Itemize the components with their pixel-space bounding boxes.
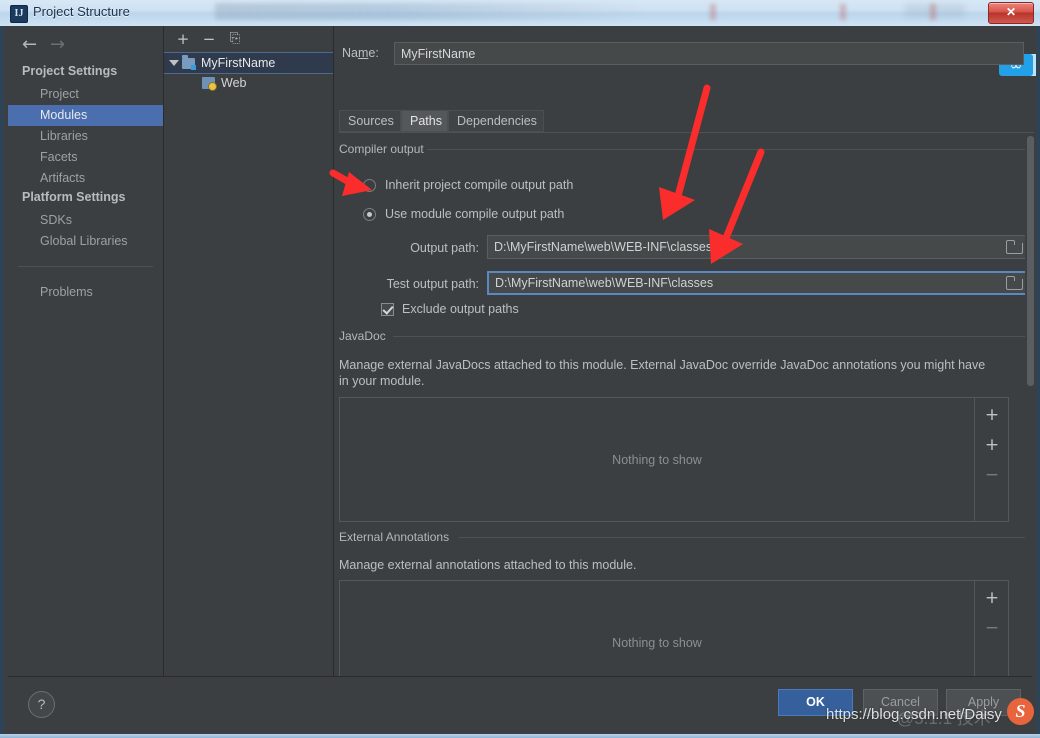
title-bar-blur-artifact: [930, 4, 936, 20]
external-annotations-description: Manage external annotations attached to …: [339, 558, 637, 572]
remove-module-button[interactable]: −: [200, 30, 218, 48]
copy-module-button[interactable]: ⎘: [226, 30, 244, 48]
test-output-path-input[interactable]: [487, 271, 1029, 295]
tree-node-web[interactable]: Web: [164, 73, 333, 93]
chevron-down-icon[interactable]: [169, 60, 179, 70]
sidebar-item-problems[interactable]: Problems: [8, 282, 163, 303]
title-bar: IJ Project Structure ✕: [0, 0, 1040, 27]
close-window-button[interactable]: ✕: [988, 2, 1034, 24]
output-path-input[interactable]: [487, 235, 1029, 259]
web-facet-icon: [202, 77, 217, 91]
sidebar-item-project[interactable]: Project: [8, 84, 163, 105]
add-module-button[interactable]: +: [174, 30, 192, 48]
javadoc-remove-button[interactable]: −: [983, 466, 1001, 484]
back-arrow-icon[interactable]: ←: [22, 36, 37, 54]
module-tree-toolbar: + − ⎘: [164, 26, 333, 52]
javadoc-listbox[interactable]: Nothing to show + + −: [339, 397, 1009, 522]
exclude-output-paths-label: Exclude output paths: [402, 302, 519, 316]
external-annotations-legend: External Annotations: [339, 530, 456, 544]
scrollbar-thumb[interactable]: [1027, 136, 1034, 386]
sidebar-item-artifacts[interactable]: Artifacts: [8, 168, 163, 189]
javadoc-empty-text: Nothing to show: [612, 452, 702, 467]
module-tree-panel: + − ⎘ MyFirstName Web: [164, 26, 334, 681]
module-name-label: Name:: [342, 46, 379, 60]
group-rule: [459, 537, 1029, 538]
radio-inherit-project-output[interactable]: [363, 179, 376, 192]
help-button[interactable]: ?: [28, 691, 55, 718]
title-bar-blur-artifact: [840, 4, 846, 20]
watermark-url: https://blog.csdn.net/Daisy: [826, 706, 1002, 723]
test-output-path-label: Test output path:: [386, 277, 479, 291]
sidebar-item-modules[interactable]: Modules: [8, 105, 163, 126]
module-name-row: Name:: [342, 42, 1032, 66]
tab-dependencies[interactable]: Dependencies: [448, 110, 544, 132]
forward-arrow-icon[interactable]: →: [50, 36, 65, 54]
sidebar-heading-project-settings: Project Settings: [22, 64, 118, 78]
output-path-browse-icon[interactable]: [1004, 237, 1024, 257]
tab-paths[interactable]: Paths: [401, 110, 448, 132]
sidebar-item-sdks[interactable]: SDKs: [8, 210, 163, 231]
sidebar-divider: [18, 266, 153, 267]
radio-use-module-output-label: Use module compile output path: [385, 207, 565, 221]
csdn-logo-icon: [1007, 698, 1034, 725]
window-title: Project Structure: [33, 4, 130, 19]
javadoc-add-button[interactable]: +: [983, 406, 1001, 424]
sidebar-item-facets[interactable]: Facets: [8, 147, 163, 168]
output-path-label: Output path:: [410, 241, 479, 255]
sidebar-navigation: ← →: [8, 32, 163, 58]
settings-sidebar: ← → Project Settings Project Modules Lib…: [8, 26, 164, 681]
radio-inherit-project-output-label: Inherit project compile output path: [385, 178, 574, 192]
tab-underline: [339, 132, 1034, 133]
main-pane-scrollbar[interactable]: [1025, 136, 1036, 681]
module-paths-pane: ∞ Name: Sources Paths Dependencies Compi…: [334, 26, 1036, 705]
intellij-app-icon: IJ: [10, 5, 28, 23]
exclude-output-paths-checkbox[interactable]: [381, 303, 394, 316]
test-output-path-browse-icon[interactable]: [1004, 273, 1024, 293]
window-bottom-edge: [0, 734, 1040, 738]
tree-node-label: MyFirstName: [201, 56, 276, 70]
sidebar-heading-platform-settings: Platform Settings: [22, 190, 126, 204]
javadoc-add-from-url-button[interactable]: +: [983, 436, 1001, 454]
javadoc-group: JavaDoc Manage external JavaDocs attache…: [339, 329, 1029, 522]
project-structure-window: IJ Project Structure ✕ ← → Project Setti…: [0, 0, 1040, 738]
javadoc-listbox-buttons: + + −: [974, 398, 1008, 521]
javadoc-description: Manage external JavaDocs attached to thi…: [339, 358, 986, 388]
tab-sources[interactable]: Sources: [339, 110, 401, 132]
compiler-output-group: Compiler output Inherit project compile …: [339, 142, 1029, 318]
external-annotations-empty-text: Nothing to show: [612, 635, 702, 650]
compiler-output-legend: Compiler output: [339, 142, 430, 156]
external-annotations-remove-button[interactable]: −: [983, 619, 1001, 637]
external-annotations-add-button[interactable]: +: [983, 589, 1001, 607]
group-rule: [393, 336, 1029, 337]
tree-node-myfirstname[interactable]: MyFirstName: [164, 52, 333, 74]
javadoc-legend: JavaDoc: [339, 329, 392, 343]
sidebar-item-global-libraries[interactable]: Global Libraries: [8, 231, 163, 252]
group-rule: [427, 149, 1029, 150]
title-bar-blur-artifact: [710, 4, 716, 20]
module-name-input[interactable]: [394, 42, 1024, 65]
tree-node-label: Web: [221, 76, 247, 90]
title-bar-ghost-text: [215, 3, 645, 20]
radio-use-module-output[interactable]: [363, 208, 376, 221]
sidebar-item-libraries[interactable]: Libraries: [8, 126, 163, 147]
dialog-content: ← → Project Settings Project Modules Lib…: [0, 26, 1040, 738]
module-folder-icon: [182, 55, 196, 70]
